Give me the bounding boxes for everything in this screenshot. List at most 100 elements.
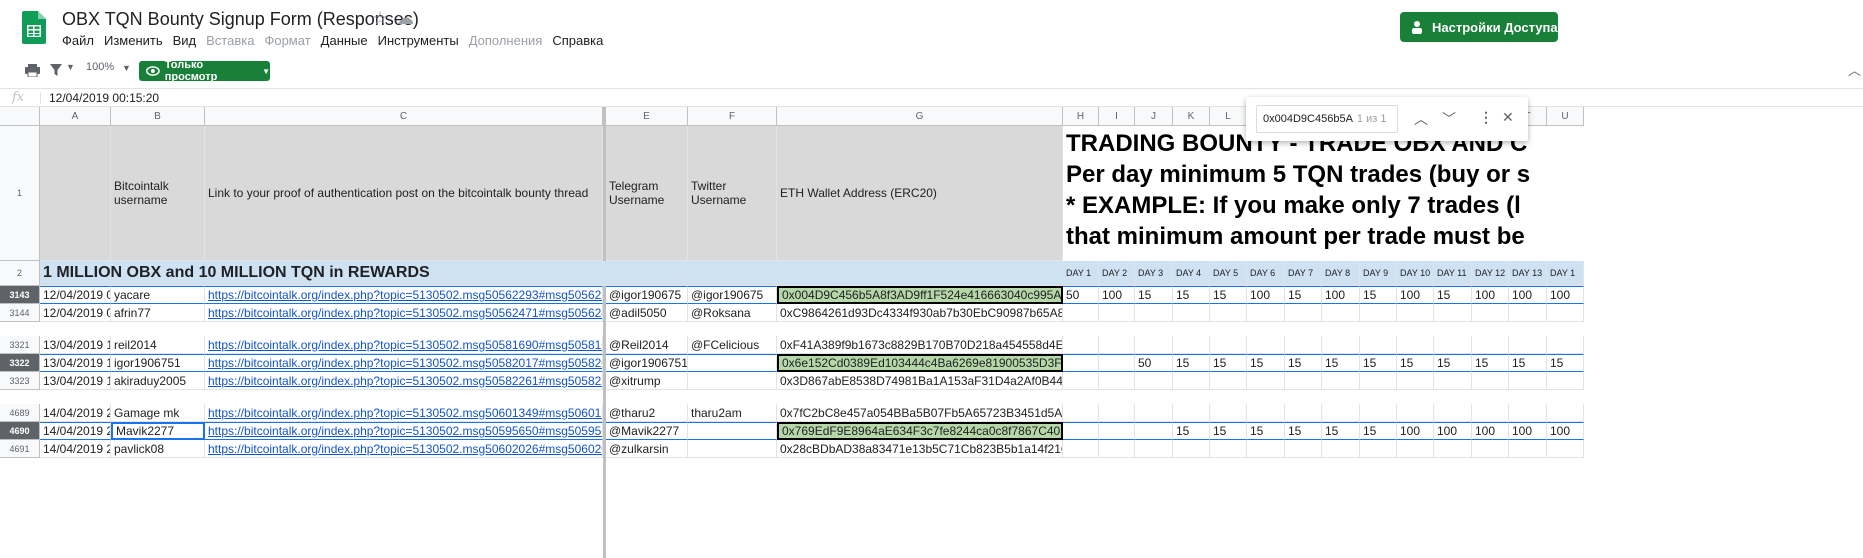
day-header[interactable]: DAY 3 bbox=[1135, 261, 1173, 286]
day-value-cell[interactable]: 15 bbox=[1360, 422, 1397, 440]
day-value-cell[interactable]: 100 bbox=[1099, 286, 1135, 304]
day-value-cell[interactable]: 15 bbox=[1210, 286, 1247, 304]
twitter-cell[interactable] bbox=[688, 354, 777, 372]
row-header[interactable]: 2 bbox=[0, 261, 40, 286]
column-header-e[interactable]: E bbox=[606, 107, 688, 126]
day-value-cell[interactable] bbox=[1135, 404, 1173, 422]
header-cell-proof-link[interactable]: Link to your proof of authentication pos… bbox=[205, 126, 603, 261]
day-header[interactable]: DAY 1 bbox=[1063, 261, 1099, 286]
username-cell[interactable]: yacare bbox=[111, 286, 205, 304]
day-value-cell[interactable]: 15 bbox=[1285, 286, 1322, 304]
day-value-cell[interactable] bbox=[1210, 404, 1247, 422]
day-value-cell[interactable]: 15 bbox=[1173, 422, 1210, 440]
column-header-c[interactable]: C bbox=[205, 107, 603, 126]
day-header[interactable]: DAY 10 bbox=[1397, 261, 1434, 286]
telegram-cell[interactable]: @igor1906751 bbox=[606, 354, 688, 372]
day-value-cell[interactable] bbox=[1360, 404, 1397, 422]
row-header[interactable]: 4691 bbox=[0, 440, 40, 458]
day-value-cell[interactable] bbox=[1063, 404, 1099, 422]
day-value-cell[interactable] bbox=[1063, 372, 1099, 390]
day-value-cell[interactable] bbox=[1472, 372, 1509, 390]
filter-icon[interactable] bbox=[50, 64, 62, 76]
day-value-cell[interactable] bbox=[1360, 440, 1397, 458]
telegram-cell[interactable]: @Reil2014 bbox=[606, 336, 688, 354]
day-value-cell[interactable]: 15 bbox=[1360, 286, 1397, 304]
day-value-cell[interactable]: 15 bbox=[1285, 422, 1322, 440]
header-cell-twitter[interactable]: Twitter Username bbox=[688, 126, 777, 261]
find-input[interactable]: 0x004D9C456b5A 1 из 1 bbox=[1256, 105, 1398, 133]
proof-link[interactable]: https://bitcointalk.org/index.php?topic=… bbox=[205, 336, 603, 354]
day-value-cell[interactable] bbox=[1322, 440, 1360, 458]
telegram-cell[interactable]: @tharu2 bbox=[606, 404, 688, 422]
day-value-cell[interactable] bbox=[1322, 372, 1360, 390]
day-value-cell[interactable] bbox=[1247, 304, 1285, 322]
wallet-cell[interactable]: 0x004D9C456b5A8f3AD9ff1F524e416663040c99… bbox=[777, 286, 1063, 304]
day-value-cell[interactable] bbox=[1099, 304, 1135, 322]
day-value-cell[interactable]: 100 bbox=[1547, 422, 1584, 440]
day-value-cell[interactable]: 15 bbox=[1247, 422, 1285, 440]
day-value-cell[interactable] bbox=[1509, 304, 1547, 322]
day-value-cell[interactable]: 15 bbox=[1360, 354, 1397, 372]
row-header[interactable]: 4690 bbox=[0, 422, 40, 440]
day-value-cell[interactable] bbox=[1472, 440, 1509, 458]
day-value-cell[interactable] bbox=[1397, 404, 1434, 422]
day-value-cell[interactable] bbox=[1397, 440, 1434, 458]
day-header[interactable]: DAY 12 bbox=[1472, 261, 1509, 286]
day-value-cell[interactable] bbox=[1063, 336, 1099, 354]
wallet-cell[interactable]: 0xF41A389f9b1673c8829B170B70D218a454558d… bbox=[777, 336, 1063, 354]
day-value-cell[interactable] bbox=[1135, 372, 1173, 390]
day-value-cell[interactable]: 15 bbox=[1434, 286, 1472, 304]
chevron-up-icon[interactable]: ︿ bbox=[1414, 109, 1428, 129]
row-header[interactable]: 3321 bbox=[0, 336, 40, 354]
day-value-cell[interactable] bbox=[1285, 304, 1322, 322]
day-header[interactable]: DAY 1 bbox=[1547, 261, 1584, 286]
day-header[interactable]: DAY 2 bbox=[1099, 261, 1135, 286]
day-value-cell[interactable] bbox=[1135, 304, 1173, 322]
day-value-cell[interactable] bbox=[1210, 372, 1247, 390]
day-value-cell[interactable] bbox=[1173, 404, 1210, 422]
timestamp-cell[interactable]: 13/04/2019 11 bbox=[40, 372, 111, 390]
header-cell-timestamp[interactable] bbox=[40, 126, 111, 261]
wallet-cell[interactable]: 0x3D867abE8538D74981Ba1A153aF31D4a2Af0B4… bbox=[777, 372, 1063, 390]
wallet-cell[interactable]: 0x6e152Cd0389Ed103444c4Ba6269e81900535D3… bbox=[777, 354, 1063, 372]
column-header-k[interactable]: K bbox=[1173, 107, 1210, 126]
day-value-cell[interactable] bbox=[1247, 372, 1285, 390]
header-cell-telegram[interactable]: Telegram Username bbox=[606, 126, 688, 261]
column-header-l[interactable]: L bbox=[1210, 107, 1247, 126]
proof-link[interactable]: https://bitcointalk.org/index.php?topic=… bbox=[205, 422, 603, 440]
timestamp-cell[interactable]: 14/04/2019 21 bbox=[40, 422, 111, 440]
share-settings-button[interactable]: Настройки Доступа bbox=[1400, 12, 1558, 42]
formula-value[interactable]: 12/04/2019 00:15:20 bbox=[49, 91, 159, 105]
day-header[interactable]: DAY 11 bbox=[1434, 261, 1472, 286]
proof-link[interactable]: https://bitcointalk.org/index.php?topic=… bbox=[205, 354, 603, 372]
day-value-cell[interactable] bbox=[1397, 336, 1434, 354]
day-value-cell[interactable] bbox=[1099, 354, 1135, 372]
day-header[interactable]: DAY 6 bbox=[1247, 261, 1285, 286]
day-header[interactable]: DAY 5 bbox=[1210, 261, 1247, 286]
twitter-cell[interactable]: @Roksana bbox=[688, 304, 777, 322]
day-value-cell[interactable]: 15 bbox=[1322, 422, 1360, 440]
row-header[interactable]: 3144 bbox=[0, 304, 40, 322]
day-value-cell[interactable]: 100 bbox=[1397, 422, 1434, 440]
day-value-cell[interactable] bbox=[1210, 336, 1247, 354]
day-value-cell[interactable]: 100 bbox=[1472, 422, 1509, 440]
proof-link[interactable]: https://bitcointalk.org/index.php?topic=… bbox=[205, 286, 603, 304]
day-value-cell[interactable]: 100 bbox=[1509, 286, 1547, 304]
print-icon[interactable] bbox=[25, 64, 40, 77]
day-value-cell[interactable] bbox=[1173, 440, 1210, 458]
day-value-cell[interactable]: 100 bbox=[1247, 286, 1285, 304]
twitter-cell[interactable]: @FCelicious bbox=[688, 336, 777, 354]
day-value-cell[interactable] bbox=[1509, 404, 1547, 422]
column-header-j[interactable]: J bbox=[1135, 107, 1173, 126]
row-header[interactable]: 4689 bbox=[0, 404, 40, 422]
zoom-dropdown-icon[interactable]: ▼ bbox=[122, 63, 131, 73]
column-header-i[interactable]: I bbox=[1099, 107, 1135, 126]
day-value-cell[interactable] bbox=[1547, 440, 1584, 458]
day-value-cell[interactable]: 100 bbox=[1547, 286, 1584, 304]
telegram-cell[interactable]: @adil5050 bbox=[606, 304, 688, 322]
day-value-cell[interactable] bbox=[1173, 336, 1210, 354]
username-cell[interactable]: Gamage mk bbox=[111, 404, 205, 422]
column-header-u[interactable]: U bbox=[1547, 107, 1584, 126]
day-value-cell[interactable]: 15 bbox=[1173, 354, 1210, 372]
day-value-cell[interactable] bbox=[1509, 372, 1547, 390]
